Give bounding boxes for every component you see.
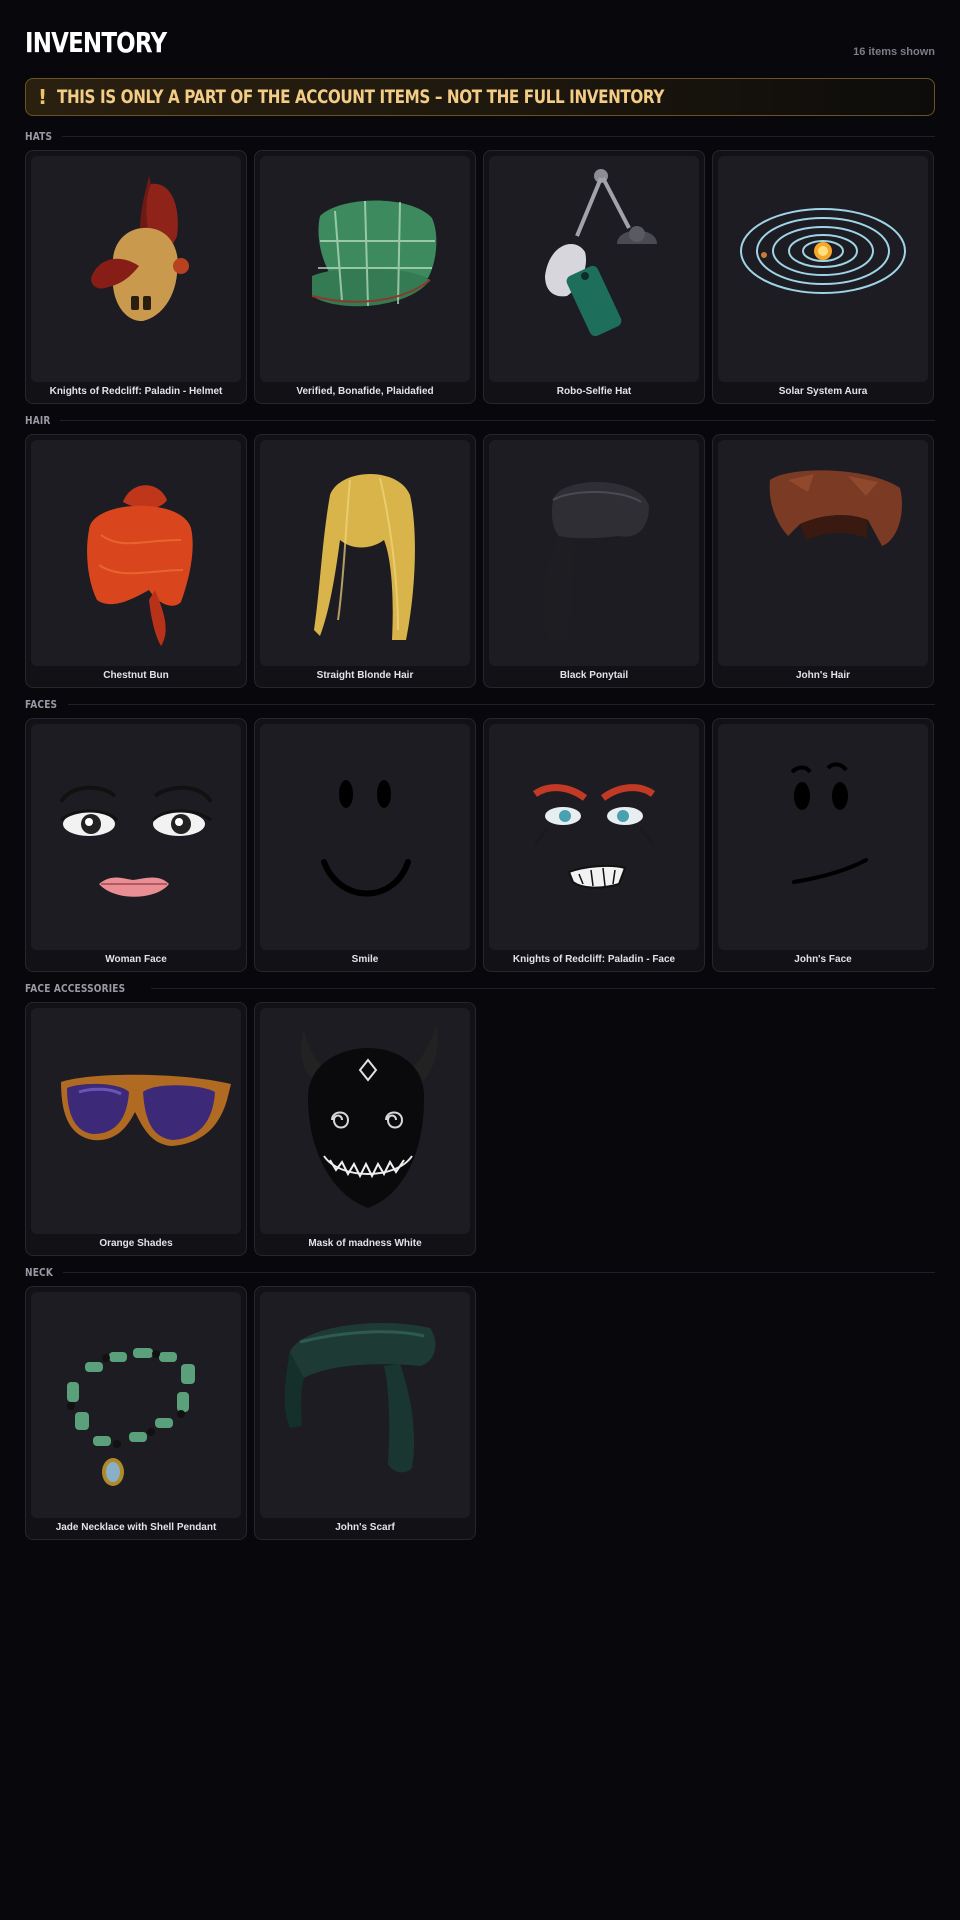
section-label: HATS <box>25 129 53 143</box>
section-divider <box>68 703 935 705</box>
item-name: Chestnut Bun <box>103 670 169 681</box>
item-card[interactable]: Robo-Selfie Hat <box>483 150 705 404</box>
section-header-neck: NECK <box>25 1265 935 1279</box>
item-thumbnail <box>31 724 241 950</box>
item-name: Straight Blonde Hair <box>316 670 414 681</box>
item-card[interactable]: Smile <box>254 718 476 972</box>
woman-face-icon <box>59 785 213 897</box>
bun-hair-icon <box>87 485 193 646</box>
item-name: Orange Shades <box>99 1238 173 1249</box>
item-name: John's Hair <box>795 670 851 681</box>
item-thumbnail <box>718 440 928 666</box>
item-card[interactable]: Knights of Redcliff: Paladin - Helmet <box>25 150 247 404</box>
item-card[interactable]: Solar System Aura <box>712 150 934 404</box>
page-title: INVENTORY <box>25 26 167 59</box>
item-thumbnail <box>260 1008 470 1234</box>
item-thumbnail <box>31 156 241 382</box>
item-card[interactable]: Mask of madness White <box>254 1002 476 1256</box>
section-header-face-accessories: FACE ACCESSORIES <box>25 981 935 995</box>
helmet-icon <box>91 176 189 322</box>
warning-icon: ! <box>38 85 48 109</box>
warning-text: THIS IS ONLY A PART OF THE ACCOUNT ITEMS… <box>57 86 665 108</box>
item-card[interactable]: John's Hair <box>712 434 934 688</box>
item-card[interactable]: Black Ponytail <box>483 434 705 688</box>
section-header-hats: HATS <box>25 129 935 143</box>
item-thumbnail <box>31 1292 241 1518</box>
item-thumbnail <box>489 440 699 666</box>
section-grid-neck: Jade Necklace with Shell Pendant John's … <box>25 1286 935 1540</box>
item-card[interactable]: Verified, Bonafide, Plaidafied <box>254 150 476 404</box>
ponytail-icon <box>543 481 649 642</box>
selfie-arm-icon <box>545 169 657 337</box>
solar-system-icon <box>740 208 906 294</box>
plaid-cap-icon <box>311 200 437 307</box>
item-card[interactable]: John's Scarf <box>254 1286 476 1540</box>
item-thumbnail <box>31 1008 241 1234</box>
section-header-faces: FACES <box>25 697 935 711</box>
section-grid-hair: Chestnut Bun Straight Blonde Hair Black … <box>25 434 935 688</box>
item-name: Mask of madness White <box>308 1238 422 1249</box>
section-divider <box>60 419 935 421</box>
scarf-icon <box>284 1322 436 1473</box>
section-label: HAIR <box>25 413 51 427</box>
section-divider <box>62 135 935 137</box>
item-thumbnail <box>489 724 699 950</box>
item-card[interactable]: John's Face <box>712 718 934 972</box>
item-thumbnail <box>260 724 470 950</box>
mask-icon <box>300 1026 438 1208</box>
item-name: Woman Face <box>105 954 167 965</box>
sunglasses-icon <box>61 1074 231 1146</box>
item-card[interactable]: Knights of Redcliff: Paladin - Face <box>483 718 705 972</box>
item-thumbnail <box>260 1292 470 1518</box>
item-name: Robo-Selfie Hat <box>556 386 632 397</box>
section-grid-hats: Knights of Redcliff: Paladin - Helmet Ve… <box>25 150 935 404</box>
item-card[interactable]: Orange Shades <box>25 1002 247 1256</box>
item-card[interactable]: Jade Necklace with Shell Pendant <box>25 1286 247 1540</box>
item-name: John's Scarf <box>335 1522 395 1533</box>
item-name: John's Face <box>794 954 852 965</box>
inventory-page: INVENTORY 16 items shown ! THIS IS ONLY … <box>25 0 935 1540</box>
item-name: Verified, Bonafide, Plaidafied <box>296 386 434 397</box>
header: INVENTORY 16 items shown <box>25 0 935 78</box>
item-name: Jade Necklace with Shell Pendant <box>55 1522 217 1533</box>
item-thumbnail <box>489 156 699 382</box>
section-divider <box>151 987 935 989</box>
item-name: Black Ponytail <box>559 670 629 681</box>
item-card[interactable]: Chestnut Bun <box>25 434 247 688</box>
item-card[interactable]: Woman Face <box>25 718 247 972</box>
section-header-hair: HAIR <box>25 413 935 427</box>
section-label: FACES <box>25 697 58 711</box>
item-thumbnail <box>260 440 470 666</box>
item-thumbnail <box>31 440 241 666</box>
section-label: NECK <box>25 1265 53 1279</box>
necklace-icon <box>67 1348 195 1486</box>
item-name: Knights of Redcliff: Paladin - Helmet <box>49 386 223 397</box>
short-hair-icon <box>769 470 902 546</box>
paladin-face-icon <box>532 784 656 889</box>
item-name: Knights of Redcliff: Paladin - Face <box>512 954 676 965</box>
section-grid-faces: Woman Face Smile Knights of Redcliff: Pa… <box>25 718 935 972</box>
section-label: FACE ACCESSORIES <box>25 981 126 995</box>
warning-banner: ! THIS IS ONLY A PART OF THE ACCOUNT ITE… <box>25 78 935 116</box>
item-name: Smile <box>351 954 379 965</box>
section-divider <box>63 1271 935 1273</box>
item-name: Solar System Aura <box>778 386 868 397</box>
items-count: 16 items shown <box>853 46 935 58</box>
item-thumbnail <box>718 724 928 950</box>
section-grid-face-accessories: Orange Shades Mask of madness White <box>25 1002 935 1256</box>
smile-face-icon <box>321 780 411 897</box>
item-card[interactable]: Straight Blonde Hair <box>254 434 476 688</box>
johns-face-icon <box>790 762 868 884</box>
item-thumbnail <box>260 156 470 382</box>
blonde-hair-icon <box>314 473 415 640</box>
item-thumbnail <box>718 156 928 382</box>
